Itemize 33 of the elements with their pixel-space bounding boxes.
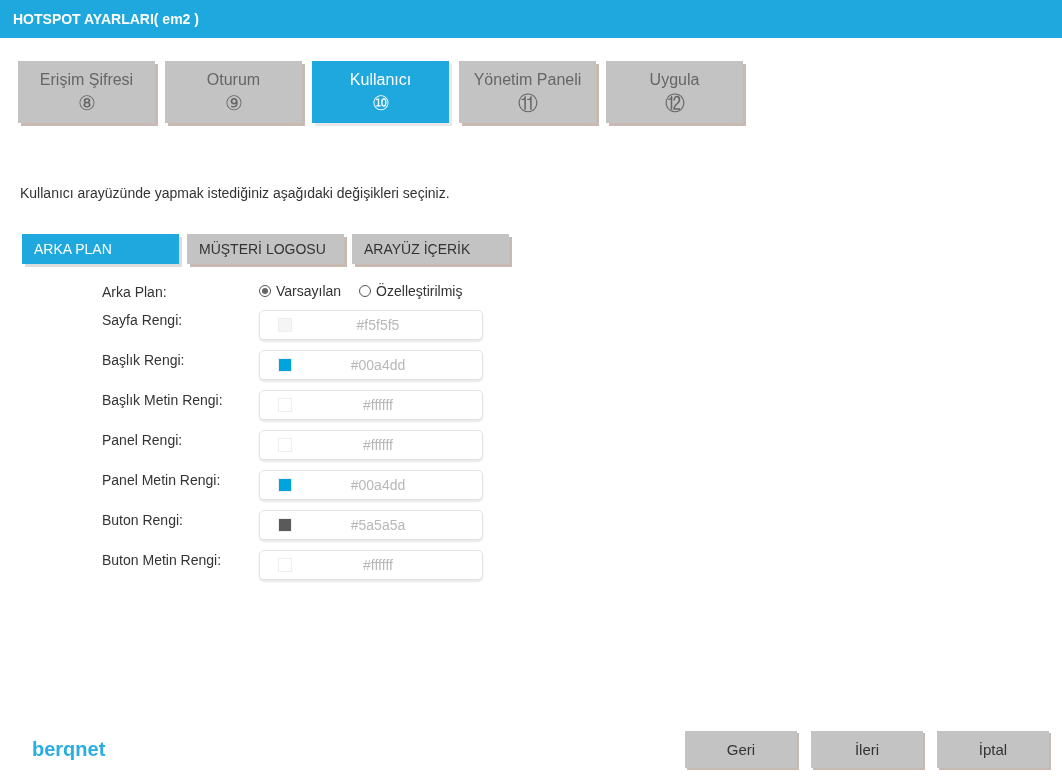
field-label: Buton Metin Rengi: bbox=[102, 551, 223, 568]
color-input-field[interactable]: #ffffff bbox=[259, 550, 483, 580]
nav-button[interactable]: İleri bbox=[811, 731, 923, 768]
section-tab[interactable]: ARKA PLAN bbox=[22, 234, 179, 264]
field-label: Panel Rengi: bbox=[102, 431, 184, 448]
section-tab[interactable]: MÜŞTERİ LOGOSU bbox=[187, 234, 344, 264]
wizard-step-tab[interactable]: Kullanıcı ⑩ bbox=[312, 61, 449, 123]
color-input-field[interactable]: #ffffff bbox=[259, 390, 483, 420]
radio-button[interactable] bbox=[259, 285, 271, 297]
radio-button[interactable] bbox=[359, 285, 372, 297]
field-label: Başlık Metin Rengi: bbox=[102, 391, 224, 408]
wizard-step-tab[interactable]: Uygula ⑫ bbox=[606, 61, 743, 123]
logo-text: berqnet bbox=[32, 738, 106, 761]
wizard-step-tab[interactable]: Oturum ⑨ bbox=[165, 61, 302, 123]
color-input-field[interactable]: #ffffff bbox=[259, 430, 483, 460]
wizard-step-tab[interactable]: Yönetim Paneli ⑪ bbox=[459, 61, 596, 123]
field-label: Arka Plan: bbox=[102, 283, 168, 300]
radio-label[interactable]: Özelleştirilmiş bbox=[376, 283, 463, 299]
field-label: Panel Metin Rengi: bbox=[102, 471, 222, 488]
nav-button[interactable]: Geri bbox=[685, 731, 797, 768]
color-input-field[interactable]: #f5f5f5 bbox=[259, 310, 483, 340]
section-tab[interactable]: ARAYÜZ İÇERİK bbox=[352, 234, 509, 264]
nav-button[interactable]: İptal bbox=[937, 731, 1049, 768]
color-input-field[interactable]: #5a5a5a bbox=[259, 510, 483, 540]
field-label: Sayfa Rengi: bbox=[102, 311, 184, 328]
window-title: HOTSPOT AYARLARI( em2 ) bbox=[13, 11, 199, 27]
radio-label[interactable]: Varsayılan bbox=[276, 283, 342, 299]
field-label: Buton Rengi: bbox=[102, 511, 184, 528]
color-input-field[interactable]: #00a4dd bbox=[259, 350, 483, 380]
field-label: Başlık Rengi: bbox=[102, 351, 186, 368]
color-input-field[interactable]: #00a4dd bbox=[259, 470, 483, 500]
wizard-step-tab[interactable]: Erişim Şifresi ⑧ bbox=[18, 61, 155, 123]
instruction-text: Kullanıcı arayüzünde yapmak istediğiniz aşağıdaki değişikleri seçiniz. bbox=[20, 185, 451, 201]
